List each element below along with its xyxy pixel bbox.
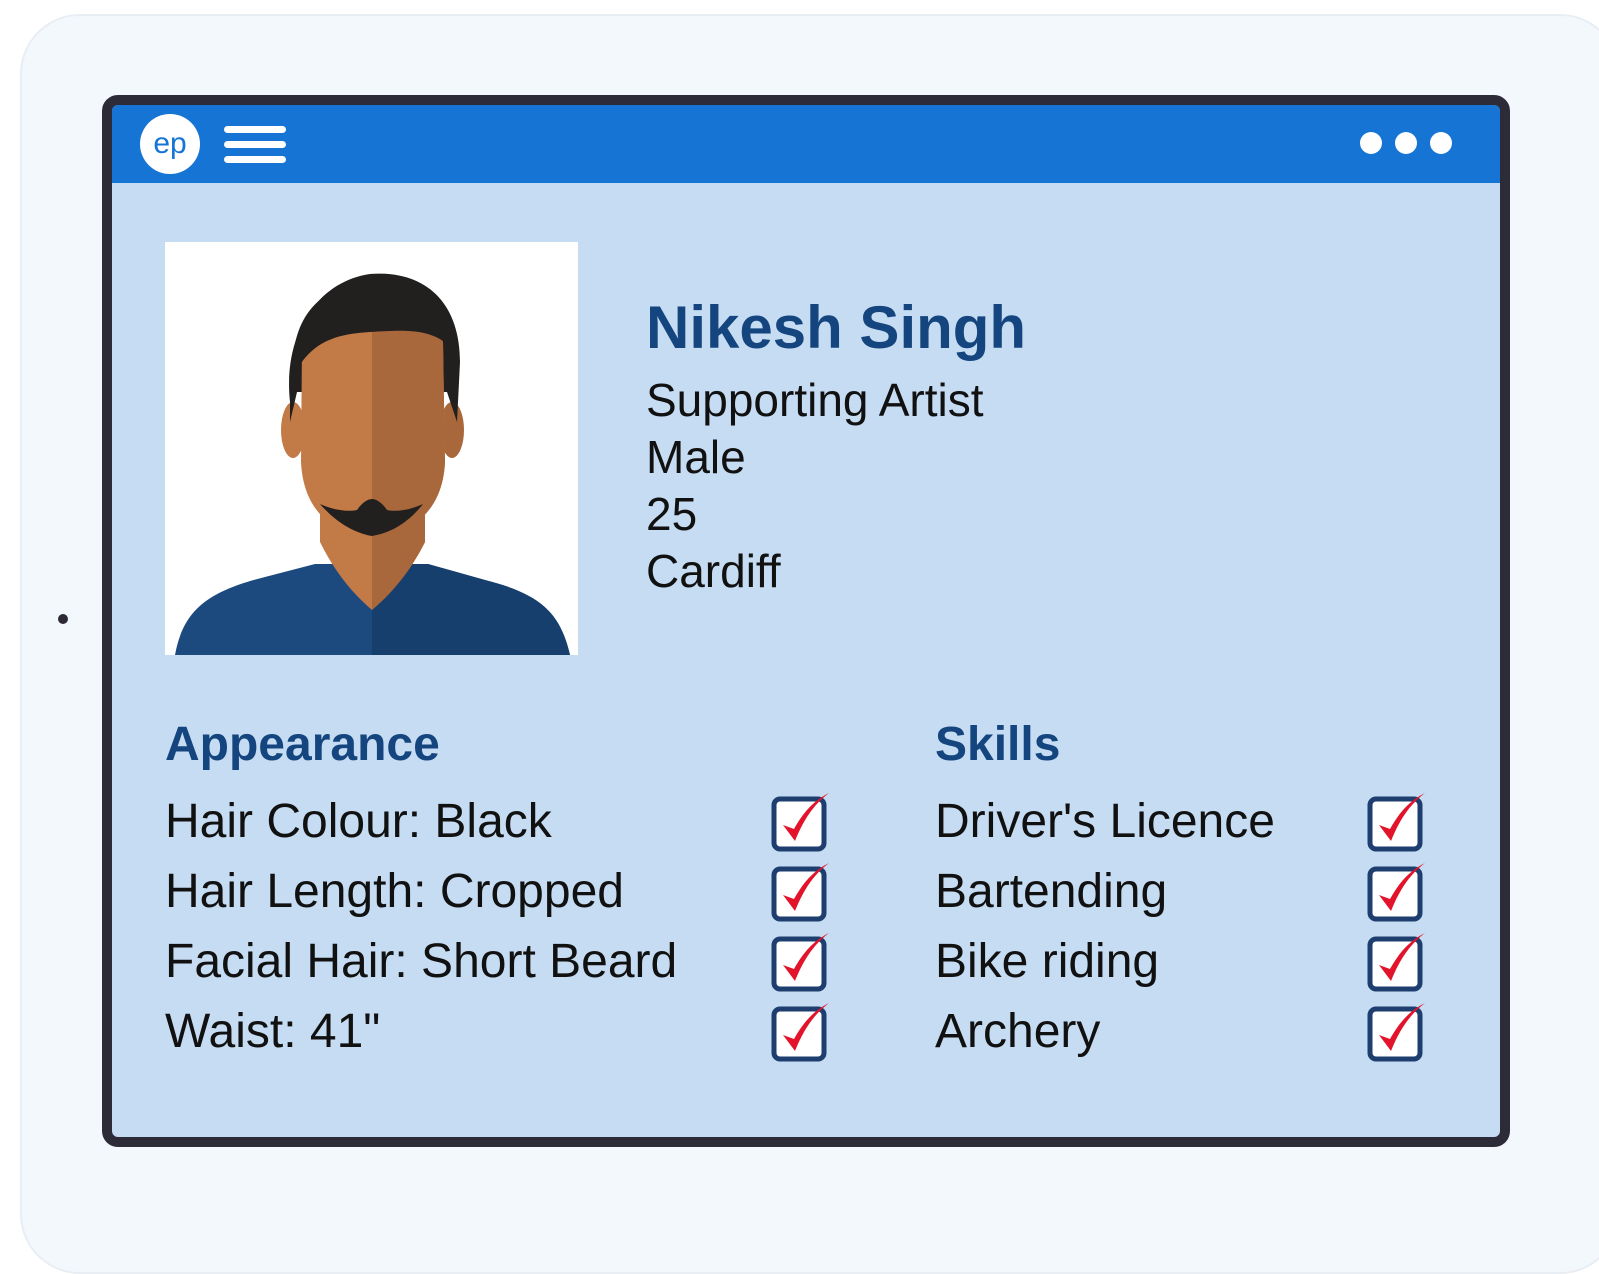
appearance-item-label: Hair Length: Cropped [165, 865, 624, 918]
checkbox-checked-icon[interactable] [1367, 931, 1429, 993]
app-logo[interactable]: ep [140, 114, 200, 174]
profile-name: Nikesh Singh [646, 294, 1027, 361]
appearance-item-label: Facial Hair: Short Beard [165, 935, 678, 988]
skill-item-label: Bike riding [935, 935, 1160, 988]
profile-photo [165, 242, 578, 655]
checkbox-checked-icon[interactable] [1367, 861, 1429, 923]
skill-item-label: Driver's Licence [935, 795, 1275, 848]
person-avatar-icon [175, 273, 570, 655]
appearance-list: Hair Colour: Black Hair Length: Cropped … [165, 787, 829, 1067]
skills-heading: Skills [935, 718, 1061, 771]
svg-text:ep: ep [153, 127, 186, 160]
gender-text: Male [646, 431, 746, 483]
appearance-item: Hair Colour: Black [165, 787, 829, 857]
more-options-icon[interactable] [1360, 131, 1452, 155]
checkbox-checked-icon[interactable] [1367, 1001, 1429, 1063]
role-text: Supporting Artist [646, 374, 984, 426]
title-bar: ep [112, 105, 1500, 183]
checkbox-checked-icon[interactable] [771, 1001, 833, 1063]
appearance-item: Hair Length: Cropped [165, 857, 829, 927]
hamburger-menu-icon[interactable] [224, 126, 286, 164]
appearance-item: Facial Hair: Short Beard [165, 927, 829, 997]
appearance-item-label: Hair Colour: Black [165, 795, 552, 848]
skills-list: Driver's Licence Bartending Bike riding … [935, 787, 1455, 1067]
location-text: Cardiff [646, 545, 781, 597]
checkbox-checked-icon[interactable] [771, 791, 833, 853]
appearance-heading: Appearance [165, 718, 440, 771]
skill-item-label: Archery [935, 1005, 1101, 1058]
appearance-item-label: Waist: 41" [165, 1005, 381, 1058]
skill-item-label: Bartending [935, 865, 1168, 918]
skill-item: Bike riding [935, 927, 1455, 997]
checkbox-checked-icon[interactable] [771, 861, 833, 923]
checkbox-checked-icon[interactable] [771, 931, 833, 993]
profile-window: ep Nikesh Singh Supporting Artist Male 2… [102, 95, 1510, 1147]
bullet-dot [58, 614, 68, 624]
checkbox-checked-icon[interactable] [1367, 791, 1429, 853]
ep-logo-icon: ep [153, 127, 186, 160]
age-text: 25 [646, 488, 698, 540]
skill-item: Archery [935, 997, 1455, 1067]
skill-item: Bartending [935, 857, 1455, 927]
profile-details: Supporting Artist Male 25 Cardiff [646, 372, 984, 600]
skill-item: Driver's Licence [935, 787, 1455, 857]
appearance-item: Waist: 41" [165, 997, 829, 1067]
